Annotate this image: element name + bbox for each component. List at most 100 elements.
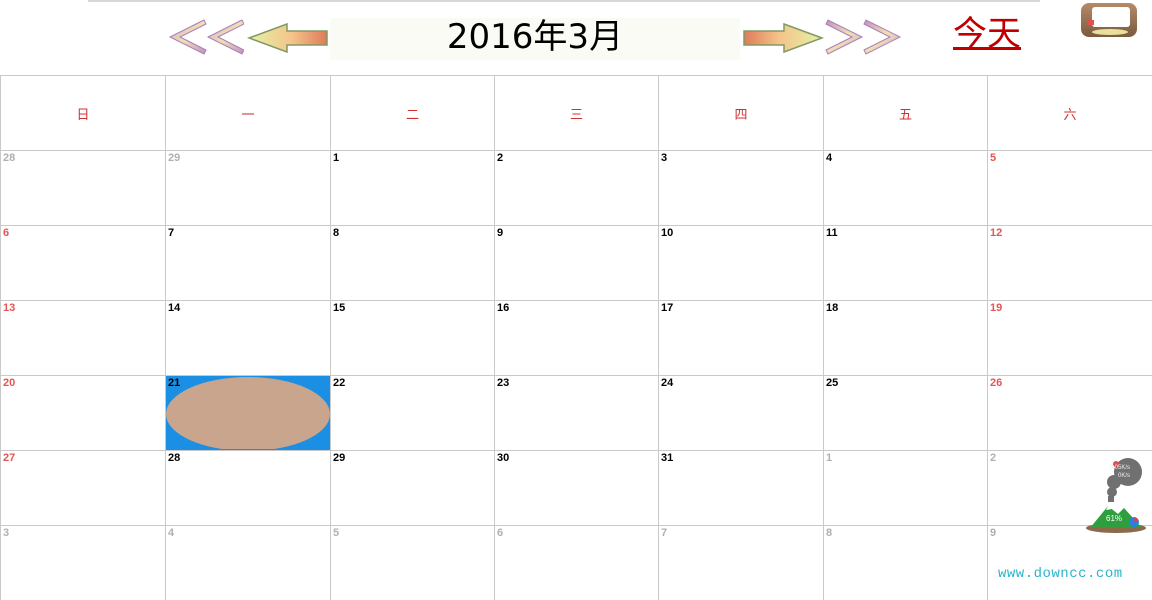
upload-speed: 0.05K/s	[1109, 465, 1130, 471]
day-number: 18	[826, 302, 839, 314]
day-cell[interactable]: 6	[1, 226, 166, 301]
day-cell[interactable]: 6	[495, 526, 659, 600]
day-cell[interactable]: 17	[659, 301, 824, 376]
day-number: 5	[990, 152, 997, 164]
day-cell[interactable]: 25	[824, 376, 988, 451]
day-cell[interactable]: 1	[824, 451, 988, 526]
day-number: 30	[497, 452, 510, 464]
arrow-left-icon	[247, 22, 328, 54]
prev-month-button[interactable]	[247, 22, 331, 54]
prev-year-button[interactable]	[166, 18, 244, 56]
day-number: 2	[497, 152, 504, 164]
day-number: 4	[826, 152, 833, 164]
day-number: 26	[990, 377, 1003, 389]
day-number: 31	[661, 452, 674, 464]
day-cell[interactable]: 3	[659, 151, 824, 226]
weekday-header: 一	[166, 76, 331, 151]
day-number: 7	[661, 527, 668, 539]
weekday-header: 二	[331, 76, 495, 151]
day-number: 25	[826, 377, 839, 389]
day-cell[interactable]: 29	[331, 451, 495, 526]
day-number: 16	[497, 302, 510, 314]
day-cell[interactable]: 4	[824, 151, 988, 226]
day-cell[interactable]: 30	[495, 451, 659, 526]
usage-percent: 61%	[1106, 514, 1123, 523]
download-speed: 0K/s	[1117, 473, 1130, 479]
arrow-right-icon	[743, 22, 824, 54]
day-number: 2	[990, 452, 997, 464]
day-number: 1	[826, 452, 833, 464]
day-number: 15	[333, 302, 346, 314]
day-cell-selected[interactable]: 21	[166, 376, 331, 451]
day-cell[interactable]: 12	[988, 226, 1152, 301]
day-number: 5	[333, 527, 340, 539]
day-number: 9	[990, 527, 997, 539]
day-cell[interactable]: 11	[824, 226, 988, 301]
day-number: 12	[990, 227, 1003, 239]
day-cell[interactable]: 19	[988, 301, 1152, 376]
day-number: 29	[168, 152, 181, 164]
day-number: 20	[3, 377, 16, 389]
calendar-app: 2016年3月 今天 日 一 二 三 四 五 六 28 29 1 2 3 4 5…	[0, 0, 1152, 600]
day-cell[interactable]: 8	[824, 526, 988, 600]
day-cell[interactable]: 28	[166, 451, 331, 526]
day-cell[interactable]: 2	[495, 151, 659, 226]
day-cell[interactable]: 15	[331, 301, 495, 376]
network-speed-widget[interactable]: 0.05K/s 0K/s 61%	[1084, 458, 1148, 534]
selected-day-highlight	[166, 377, 330, 449]
day-cell[interactable]: 29	[166, 151, 331, 226]
double-chevron-right-icon	[825, 19, 902, 55]
day-cell[interactable]: 9	[495, 226, 659, 301]
day-cell[interactable]: 7	[659, 526, 824, 600]
day-number: 17	[661, 302, 674, 314]
day-number: 3	[3, 527, 10, 539]
day-number: 10	[661, 227, 674, 239]
today-button[interactable]: 今天	[944, 12, 1030, 56]
day-cell[interactable]: 7	[166, 226, 331, 301]
app-window-icon[interactable]	[1080, 2, 1138, 38]
day-cell[interactable]: 20	[1, 376, 166, 451]
day-number: 11	[826, 227, 838, 239]
day-cell[interactable]: 16	[495, 301, 659, 376]
weekday-header: 四	[659, 76, 824, 151]
day-number: 14	[168, 302, 181, 314]
month-title: 2016年3月	[446, 17, 624, 57]
day-cell[interactable]: 18	[824, 301, 988, 376]
day-cell[interactable]: 22	[331, 376, 495, 451]
weekday-header: 六	[988, 76, 1152, 151]
day-cell[interactable]: 10	[659, 226, 824, 301]
day-number: 8	[333, 227, 340, 239]
day-cell[interactable]: 9	[988, 526, 1152, 600]
day-number: 9	[497, 227, 504, 239]
day-cell[interactable]: 3	[1, 526, 166, 600]
day-number: 28	[3, 152, 16, 164]
next-month-button[interactable]	[740, 22, 824, 54]
day-cell[interactable]: 8	[331, 226, 495, 301]
calendar-grid: 日一二三四五六 28 29 1 2 3 4 5 6 7 8 9 10 11 12 13 14 15 16 17 18 19…	[0, 75, 1152, 600]
next-year-button[interactable]	[824, 18, 904, 56]
day-number: 28	[168, 452, 181, 464]
day-number: 8	[826, 527, 833, 539]
weekday-header: 五	[824, 76, 988, 151]
day-cell[interactable]: 4	[166, 526, 331, 600]
day-cell[interactable]: 31	[659, 451, 824, 526]
day-cell[interactable]: 23	[495, 376, 659, 451]
day-cell[interactable]: 13	[1, 301, 166, 376]
day-number: 23	[497, 377, 510, 389]
day-number: 22	[333, 377, 346, 389]
day-cell[interactable]: 14	[166, 301, 331, 376]
day-number: 3	[661, 152, 668, 164]
calendar-header: 2016年3月 今天	[0, 0, 1152, 76]
day-number: 21	[168, 377, 181, 389]
day-cell[interactable]: 1	[331, 151, 495, 226]
day-number: 24	[661, 377, 674, 389]
day-number: 7	[168, 227, 175, 239]
day-cell[interactable]: 26	[988, 376, 1152, 451]
day-cell[interactable]: 24	[659, 376, 824, 451]
day-number: 6	[497, 527, 504, 539]
day-number: 29	[333, 452, 346, 464]
day-cell[interactable]: 5	[331, 526, 495, 600]
day-cell[interactable]: 5	[988, 151, 1152, 226]
day-cell[interactable]: 28	[1, 151, 166, 226]
day-cell[interactable]: 27	[1, 451, 166, 526]
